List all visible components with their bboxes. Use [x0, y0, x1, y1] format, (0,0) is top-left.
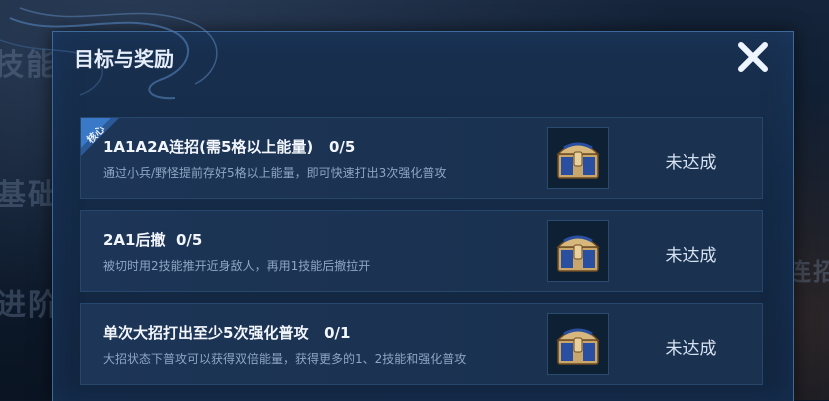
treasure-chest-icon — [556, 328, 600, 365]
task-name: 单次大招打出至少5次强化普攻 — [103, 324, 309, 342]
task-progress: 0/5 — [328, 138, 356, 156]
task-description: 大招状态下普攻可以获得双倍能量，获得更多的1、2技能和强化普攻 — [103, 352, 467, 366]
task-status: 未达成 — [665, 246, 717, 266]
task-row: 核心 1A1A2A连招(需5格以上能量) 0/5 通过小兵/野怪提前存好5格以上… — [80, 117, 763, 199]
task-status: 未达成 — [665, 339, 717, 359]
task-title: 1A1A2A连招(需5格以上能量) 0/5 — [103, 136, 355, 157]
task-progress: 0/5 — [175, 231, 203, 249]
background-text: 基础 — [0, 178, 60, 213]
task-name: 2A1后撤 — [103, 231, 166, 249]
task-progress: 0/1 — [324, 324, 351, 342]
task-title: 2A1后撤 0/5 — [103, 229, 202, 250]
treasure-chest-icon — [556, 235, 600, 272]
reward-slot[interactable] — [547, 313, 609, 375]
background-text: 技能 — [0, 48, 58, 83]
task-description: 被切时用2技能推开近身敌人，再用1技能后撤拉开 — [103, 259, 371, 273]
task-description: 通过小兵/野怪提前存好5格以上能量，即可快速打出3次强化普攻 — [103, 166, 447, 180]
reward-slot[interactable] — [547, 220, 609, 282]
reward-slot[interactable] — [547, 127, 609, 189]
task-row: 单次大招打出至少5次强化普攻 0/1 大招状态下普攻可以获得双倍能量，获得更多的… — [80, 303, 763, 385]
treasure-chest-icon — [556, 142, 600, 179]
background-text: 进阶 — [0, 288, 60, 323]
task-status: 未达成 — [665, 153, 717, 173]
task-name: 1A1A2A连招(需5格以上能量) — [103, 138, 314, 156]
dialog-title: 目标与奖励 — [74, 47, 174, 71]
close-icon — [738, 42, 768, 72]
task-row: 2A1后撤 0/5 被切时用2技能推开近身敌人，再用1技能后撤拉开 未达成 — [80, 210, 763, 292]
task-title: 单次大招打出至少5次强化普攻 0/1 — [103, 322, 350, 343]
task-list: 核心 1A1A2A连招(需5格以上能量) 0/5 通过小兵/野怪提前存好5格以上… — [80, 117, 763, 396]
close-button[interactable] — [736, 40, 770, 74]
